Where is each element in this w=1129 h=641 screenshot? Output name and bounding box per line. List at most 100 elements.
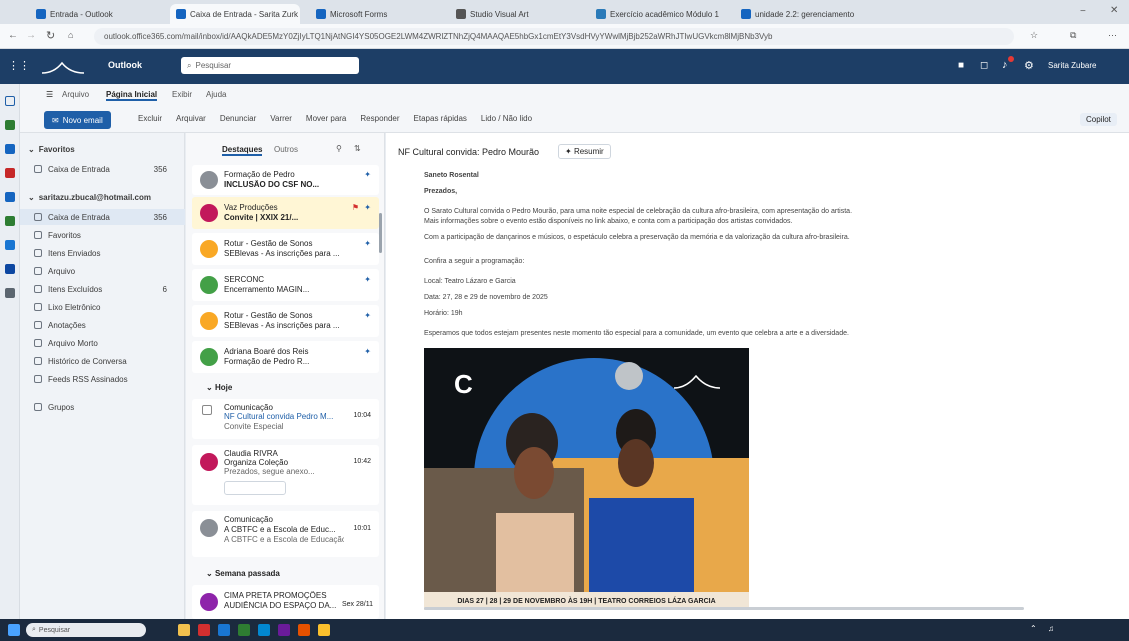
home-icon[interactable]: ⌂ [68, 30, 73, 40]
taskbar-app-icon[interactable] [238, 624, 250, 636]
list-item-highlighted[interactable]: Vaz Produções Convite | XXIX 21/... ⚑ ✦ [192, 197, 379, 229]
folder-conversation-history[interactable]: Histórico de Conversa [20, 353, 185, 369]
sweep-button[interactable]: Varrer [270, 114, 292, 123]
menu-icon[interactable]: ⋯ [1108, 30, 1117, 41]
folder-sent[interactable]: Itens Enviados [20, 245, 185, 261]
filter-icon[interactable]: ⚲ [336, 144, 342, 153]
mail-icon[interactable] [5, 96, 15, 106]
delete-button[interactable]: Excluir [138, 114, 162, 123]
scrollbar[interactable] [379, 213, 382, 253]
tab-ajuda[interactable]: Ajuda [206, 90, 226, 99]
list-item[interactable]: Claudia RIVRA Organiza Coleção Prezados,… [192, 445, 379, 505]
search-input[interactable]: ⌕ Pesquisar [181, 57, 359, 74]
minimize-icon[interactable]: − [1080, 6, 1086, 17]
list-item[interactable]: Adriana Boaré dos Reis Formação de Pedro… [192, 341, 379, 373]
pin-icon[interactable]: ✦ [364, 239, 371, 248]
browser-tab[interactable]: Studio Visual Art [450, 4, 575, 24]
people-icon[interactable] [5, 144, 15, 154]
excel-icon[interactable] [5, 216, 15, 226]
archive-button[interactable]: Arquivar [176, 114, 206, 123]
list-item[interactable]: SERCONC Encerramento MAGIN... ✦ [192, 269, 379, 301]
attachment-chip[interactable] [224, 481, 286, 495]
sort-icon[interactable]: ⇅ [354, 144, 361, 153]
taskbar-search[interactable]: ⌕ Pesquisar [26, 623, 146, 637]
pin-icon[interactable]: ✦ [364, 203, 371, 212]
reload-icon[interactable]: ↻ [46, 29, 55, 42]
word-icon[interactable] [5, 192, 15, 202]
new-mail-button[interactable]: ✉ Novo email [44, 111, 111, 129]
pin-icon[interactable]: ✦ [364, 275, 371, 284]
list-item[interactable]: CIMA PRETA PROMOÇÕES AUDIÊNCIA DO ESPAÇO… [192, 585, 379, 619]
folder-archive[interactable]: Arquivo [20, 263, 185, 279]
folder-rss[interactable]: Feeds RSS Assinados [20, 371, 185, 387]
list-item[interactable]: Comunicação NF Cultural convida Pedro M.… [192, 399, 379, 439]
folder-groups[interactable]: Grupos [20, 399, 185, 415]
favorites-header[interactable]: ⌄ Favoritos [20, 141, 185, 157]
list-item[interactable]: Rotur - Gestão de Sonos SEBlevas - As in… [192, 305, 379, 337]
user-name[interactable]: Sarita Zubare [1048, 61, 1096, 70]
close-icon[interactable]: ✕ [1110, 5, 1118, 16]
tab-destaques[interactable]: Destaques [222, 145, 263, 156]
calendar-icon[interactable] [5, 120, 15, 130]
tab-pagina-inicial[interactable]: Página Inicial [106, 90, 158, 101]
reply-button[interactable]: Responder [360, 114, 399, 123]
star-icon[interactable]: ☆ [1030, 30, 1038, 41]
extensions-icon[interactable]: ⧉ [1070, 30, 1076, 41]
tab-exibir[interactable]: Exibir [172, 90, 192, 99]
browser-tab[interactable]: Entrada - Outlook [30, 4, 155, 24]
gear-icon[interactable]: ⚙ [1024, 59, 1034, 72]
horizontal-scrollbar[interactable] [424, 607, 1024, 610]
url-field[interactable]: outlook.office365.com/mail/inbox/id/AAQk… [94, 28, 1014, 45]
taskbar-app-icon[interactable] [258, 624, 270, 636]
browser-tab[interactable]: Exercício acadêmico Módulo 1 [590, 4, 725, 24]
app-launcher-icon[interactable]: ⋮⋮ [8, 59, 30, 72]
account-header[interactable]: ⌄ saritazu.zbucal@hotmail.com [20, 189, 185, 205]
taskbar-app-icon[interactable] [278, 624, 290, 636]
windows-start-icon[interactable] [8, 624, 20, 636]
pin-icon[interactable]: ✦ [364, 170, 371, 179]
browser-tab-active[interactable]: Caixa de Entrada - Sarita Zurk [170, 4, 300, 24]
folder-junk[interactable]: Lixo Eletrônico [20, 299, 185, 315]
file-explorer-icon[interactable] [178, 624, 190, 636]
move-button[interactable]: Mover para [306, 114, 346, 123]
read-unread-button[interactable]: Lido / Não lido [481, 114, 532, 123]
copilot-button[interactable]: Copilot [1080, 113, 1117, 126]
menu-hamburger-icon[interactable]: ☰ [46, 90, 53, 99]
folder-dead-archive[interactable]: Arquivo Morto [20, 335, 185, 351]
chrome-icon[interactable] [318, 624, 330, 636]
more-apps-icon[interactable] [5, 288, 15, 298]
wifi-icon[interactable]: ⌃ [1030, 624, 1037, 633]
taskbar-app-icon[interactable] [198, 624, 210, 636]
summarize-button[interactable]: ✦ Resumir [558, 144, 611, 159]
report-button[interactable]: Denunciar [220, 114, 256, 123]
section-header-last-week[interactable]: ⌄ Semana passada [206, 569, 280, 578]
bell-icon[interactable]: ♪ [1002, 59, 1008, 71]
checkbox[interactable] [202, 405, 212, 415]
list-item[interactable]: Rotur - Gestão de Sonos SEBlevas - As in… [192, 233, 379, 265]
section-header-today[interactable]: ⌄ Hoje [206, 383, 232, 392]
browser-tab[interactable]: unidade 2.2: gerenciamento [735, 4, 875, 24]
volume-icon[interactable]: ♫ [1048, 624, 1054, 633]
tab-outros[interactable]: Outros [274, 145, 298, 154]
edge-icon[interactable] [218, 624, 230, 636]
teams-icon[interactable] [5, 240, 15, 250]
list-item[interactable]: Formação de Pedro INCLUSÃO DO CSF NO... … [192, 165, 379, 195]
list-item[interactable]: Comunicação A CBTFC e a Escola de Educ..… [192, 511, 379, 557]
meet-icon[interactable]: ■ [958, 60, 964, 71]
folder-notes[interactable]: Anotações [20, 317, 185, 333]
folder-inbox[interactable]: Caixa de Entrada 356 [20, 209, 185, 225]
favorite-inbox[interactable]: Caixa de Entrada 356 [20, 161, 185, 177]
folder-deleted[interactable]: Itens Excluídos 6 [20, 281, 185, 297]
back-icon[interactable]: ← [8, 30, 18, 41]
notes-icon[interactable]: ◻ [980, 60, 988, 71]
tab-arquivo[interactable]: Arquivo [62, 90, 89, 99]
taskbar-app-icon[interactable] [298, 624, 310, 636]
onedrive-icon[interactable] [5, 264, 15, 274]
todo-icon[interactable] [5, 168, 15, 178]
browser-tab[interactable]: Microsoft Forms [310, 4, 435, 24]
quick-steps-button[interactable]: Etapas rápidas [414, 114, 467, 123]
flag-icon[interactable]: ⚑ [352, 203, 359, 212]
pin-icon[interactable]: ✦ [364, 311, 371, 320]
pin-icon[interactable]: ✦ [364, 347, 371, 356]
folder-favorites[interactable]: Favoritos [20, 227, 185, 243]
